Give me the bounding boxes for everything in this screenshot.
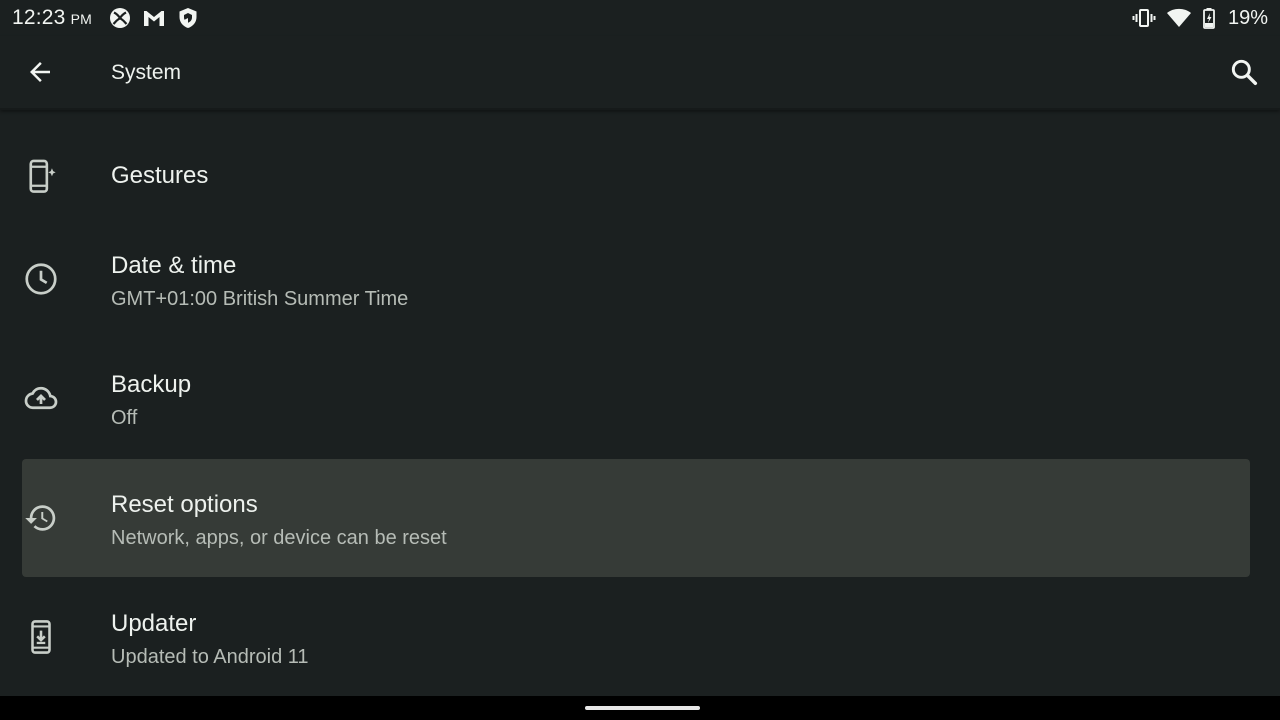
status-right: 19%	[1132, 6, 1268, 30]
gmail-icon	[142, 6, 166, 30]
cloud-upload-icon	[22, 379, 60, 417]
settings-item-subtitle: GMT+01:00 British Summer Time	[111, 288, 409, 310]
status-bar: 12:23 PM 19%	[0, 0, 1280, 36]
settings-item-title: Updater	[111, 610, 197, 637]
battery-percent: 19%	[1227, 6, 1268, 29]
clock-icon	[22, 260, 60, 298]
restore-icon	[22, 499, 60, 537]
clock-ampm: PM	[70, 11, 92, 27]
vibrate-icon	[1132, 6, 1156, 30]
back-button[interactable]	[18, 50, 62, 94]
system-update-icon	[22, 618, 60, 656]
search-icon	[1231, 59, 1258, 86]
toolbar: System	[0, 36, 1280, 110]
settings-item-updater[interactable]: Updater Updated to Android 11	[22, 578, 1250, 696]
settings-item-reset-options[interactable]: Reset options Network, apps, or device c…	[22, 459, 1250, 577]
settings-item-subtitle: Off	[111, 407, 138, 429]
shield-icon	[176, 6, 200, 30]
settings-item-backup[interactable]: Backup Off	[22, 339, 1250, 457]
settings-item-title: Gestures	[111, 162, 209, 189]
gesture-handle[interactable]	[585, 706, 700, 710]
settings-item-subtitle: Updated to Android 11	[111, 646, 309, 668]
gestures-icon	[22, 158, 60, 196]
battery-icon	[1202, 6, 1216, 30]
notification-icons	[108, 6, 200, 30]
search-button[interactable]	[1222, 50, 1266, 94]
status-left: 12:23 PM	[12, 6, 200, 30]
settings-item-title: Date & time	[111, 252, 237, 279]
arrow-back-icon	[30, 62, 50, 82]
xbox-icon	[108, 6, 132, 30]
clock: 12:23 PM	[12, 6, 92, 30]
settings-item-gestures[interactable]: Gestures	[22, 118, 1250, 236]
settings-item-title: Reset options	[111, 491, 258, 518]
settings-item-subtitle: Network, apps, or device can be reset	[111, 527, 447, 549]
clock-time: 12:23	[12, 6, 66, 29]
settings-item-title: Backup	[111, 371, 192, 398]
wifi-icon	[1166, 6, 1192, 30]
settings-item-date-time[interactable]: Date & time GMT+01:00 British Summer Tim…	[22, 220, 1250, 338]
android-settings-screen: 12:23 PM 19% System Gestures Date & time…	[0, 0, 1280, 720]
navigation-bar	[0, 696, 1280, 720]
page-title: System	[111, 61, 182, 84]
